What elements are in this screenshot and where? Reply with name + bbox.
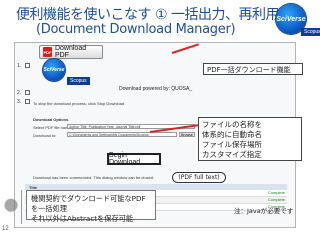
download-options-heading: Download Options [33,117,69,122]
callout-line: ファイル保存場所 [202,140,262,149]
step-1-checkbox[interactable] [25,63,30,68]
stop-download-text: To stop the download process, click Stop… [33,101,125,106]
begin-download-button[interactable]: Begin Download [107,152,161,166]
step-1-label: 1. [17,63,22,69]
java-required-note: 注：Javaが必要です [234,207,294,215]
publisher-logo [0,190,22,224]
step-2-label: 2. [17,90,22,96]
row-status: Complete [267,197,285,202]
step-3-label: 3. [17,99,22,105]
download-to-label: Download to: [33,133,57,138]
callout-line: カスタマイズ指定 [202,150,262,159]
pdf-full-text-callout: (PDF full text) [172,172,226,183]
slide-title: 便利機能を使いこなす ① 一括出力、再利用する [16,7,306,23]
quosa-label: Download powered by: QUOSA_ [119,86,193,92]
download-started-text: Download has been commenced. This dialog… [33,175,155,180]
note-line: 機関契約でダウンロード可能なPDFを一括処理 [31,194,146,213]
scopus-label: Scopus [301,28,320,36]
pdf-batch-download-callout: PDF一括ダウンロード機能 [203,63,303,75]
naming-location-callout: ファイルの名称を 体系的に自動命名 ファイル保存場所 カスタマイズ指定 [198,117,302,161]
download-pdf-label: Download PDF [54,45,87,59]
pdf-icon: PDF [43,47,52,57]
callout-line: 体系的に自動命名 [202,130,262,139]
note-line: それ以外はAbstractを保存可能 [31,214,134,223]
slide-subtitle: (Document Download Manager) [36,22,236,37]
step-2-checkbox[interactable] [25,90,30,95]
page-number: 12 [2,226,9,232]
tree-icon [3,198,18,216]
step-3-checkbox[interactable] [25,99,30,104]
institutional-note: 機関契約でダウンロード可能なPDFを一括処理 それ以外はAbstractを保存可… [26,190,156,223]
scopus-label-small: Scopus [67,77,90,85]
callout-line: ファイルの名称を [202,120,262,129]
row-status: Complete [267,190,285,195]
browse-button[interactable]: Browse [179,132,195,137]
download-path-input[interactable]: C:\Documents and Settings\My Documents\S… [67,132,177,137]
download-pdf-button[interactable]: PDF Download PDF [39,45,103,59]
sciverse-logo-small: SciVerse [43,59,65,81]
